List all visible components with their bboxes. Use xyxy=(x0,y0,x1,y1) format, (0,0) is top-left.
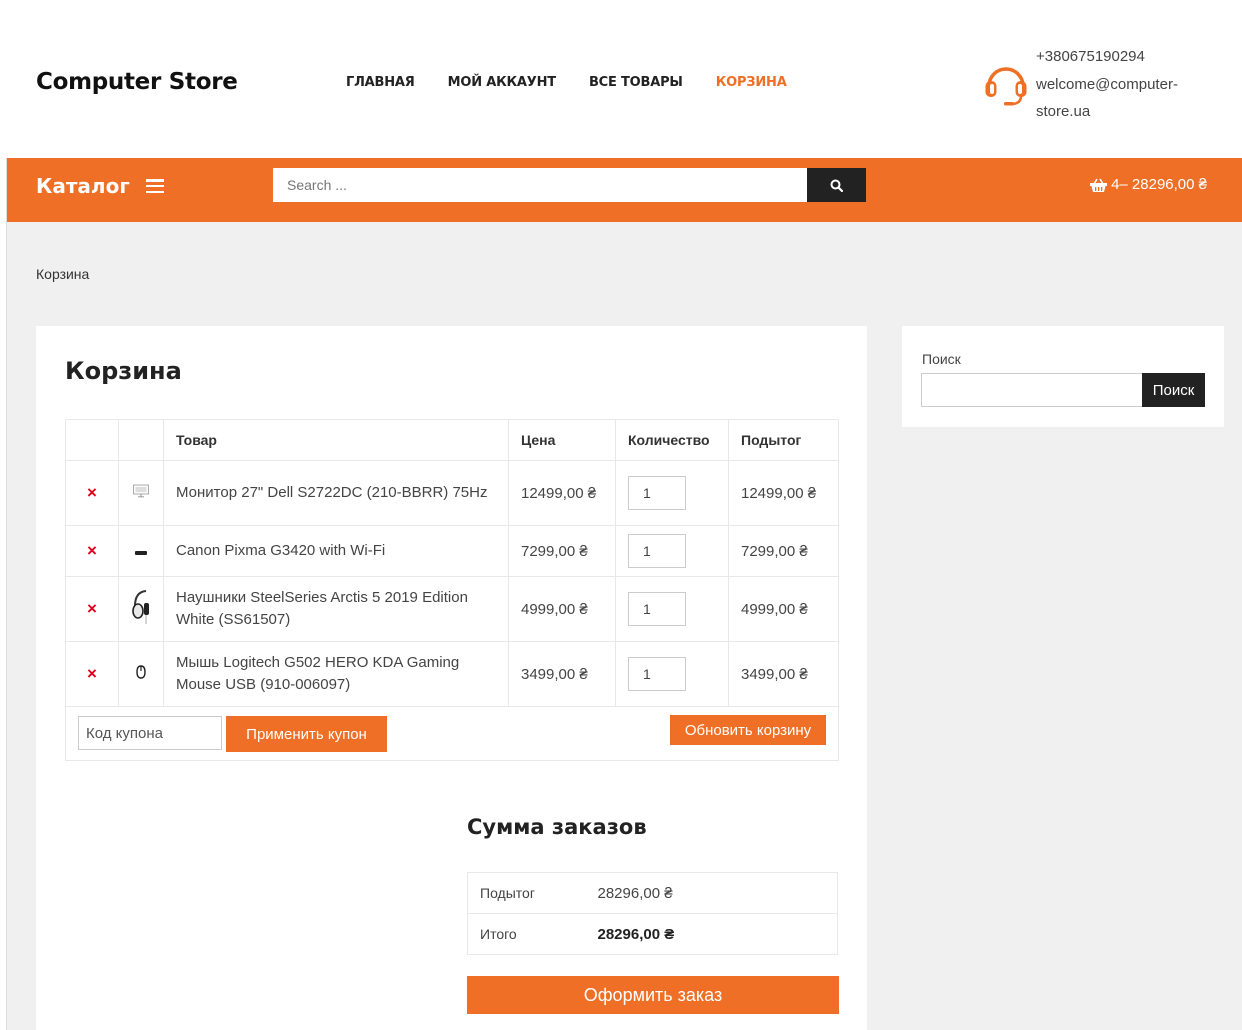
site-header: Computer Store ГЛАВНАЯ МОЙ АККАУНТ ВСЕ Т… xyxy=(0,0,1242,158)
header-search-button[interactable] xyxy=(807,168,866,202)
product-price: 12499,00 ₴ xyxy=(508,460,616,526)
nav-cart[interactable]: КОРЗИНА xyxy=(716,75,787,90)
catalog-bar: Каталог 4– 28296,00 ₴ xyxy=(7,158,1242,222)
mini-cart[interactable]: 4– 28296,00 ₴ xyxy=(1090,176,1207,193)
totals-subtotal-value: 28296,00 ₴ xyxy=(597,872,838,914)
product-price: 4999,00 ₴ xyxy=(508,576,616,642)
cart-table: Товар Цена Количество Подытог × Монитор … xyxy=(65,419,839,761)
table-row: × Наушники SteelSeries Arctis 5 2019 Edi… xyxy=(65,576,839,642)
sidebar-search-label: Поиск xyxy=(922,351,961,367)
totals-row-total: Итого 28296,00 ₴ xyxy=(467,913,838,955)
cart-actions-row: Применить купон Обновить корзину xyxy=(65,706,839,761)
search-icon xyxy=(830,179,843,192)
printer-thumbnail[interactable] xyxy=(118,525,164,577)
sidebar-search-widget: Поиск Поиск xyxy=(902,326,1224,427)
col-thumbnail xyxy=(118,419,164,461)
contact-email[interactable]: welcome@computer-store.ua xyxy=(1036,71,1216,126)
mini-cart-text: 4– 28296,00 ₴ xyxy=(1111,176,1207,193)
coupon-input[interactable] xyxy=(78,716,222,750)
col-price: Цена xyxy=(508,419,616,461)
breadcrumb: Корзина xyxy=(36,266,90,282)
sidebar-search-input[interactable] xyxy=(921,373,1143,407)
page-content: Корзина Корзина Товар Цена Количество По… xyxy=(7,222,1242,1030)
headset-icon xyxy=(984,62,1028,106)
product-subtotal: 3499,00 ₴ xyxy=(728,641,839,707)
cart-totals-title: Сумма заказов xyxy=(467,815,647,839)
quantity-input[interactable] xyxy=(628,592,686,626)
site-logo[interactable]: Computer Store xyxy=(36,69,238,95)
product-name[interactable]: Canon Pixma G3420 with Wi-Fi xyxy=(163,525,509,577)
table-row: × Монитор 27" Dell S2722DC (210-BBRR) 75… xyxy=(65,460,839,526)
catalog-label: Каталог xyxy=(36,174,130,198)
monitor-thumbnail[interactable] xyxy=(118,460,164,526)
product-name[interactable]: Мышь Logitech G502 HERO KDA Gaming Mouse… xyxy=(163,641,509,707)
product-subtotal: 4999,00 ₴ xyxy=(728,576,839,642)
nav-all-products[interactable]: ВСЕ ТОВАРЫ xyxy=(589,75,683,90)
nav-home[interactable]: ГЛАВНАЯ xyxy=(346,75,415,90)
checkout-button[interactable]: Оформить заказ xyxy=(467,976,839,1014)
table-row: × Canon Pixma G3420 with Wi-Fi 7299,00 ₴… xyxy=(65,525,839,577)
contact-info: +380675190294 welcome@computer-store.ua xyxy=(1036,43,1216,126)
product-price: 3499,00 ₴ xyxy=(508,641,616,707)
sidebar-search-button[interactable]: Поиск xyxy=(1142,373,1205,407)
remove-item-button[interactable]: × xyxy=(87,541,97,560)
remove-item-button[interactable]: × xyxy=(87,483,97,502)
basket-icon xyxy=(1090,178,1108,192)
totals-total-label: Итого xyxy=(467,913,598,955)
totals-row-subtotal: Подытог 28296,00 ₴ xyxy=(467,872,838,914)
cart-table-header: Товар Цена Количество Подытог xyxy=(65,419,839,461)
quantity-input[interactable] xyxy=(628,657,686,691)
product-name[interactable]: Монитор 27" Dell S2722DC (210-BBRR) 75Hz xyxy=(163,460,509,526)
page-title: Корзина xyxy=(65,357,182,385)
update-cart-button[interactable]: Обновить корзину xyxy=(670,715,826,745)
cart-card: Корзина Товар Цена Количество Подытог × xyxy=(36,326,867,1030)
catalog-toggle[interactable]: Каталог xyxy=(36,174,164,198)
apply-coupon-button[interactable]: Применить купон xyxy=(226,716,387,752)
product-subtotal: 7299,00 ₴ xyxy=(728,525,839,577)
headphones-thumbnail[interactable] xyxy=(118,576,164,642)
product-subtotal: 12499,00 ₴ xyxy=(728,460,839,526)
col-subtotal: Подытог xyxy=(728,419,839,461)
cart-totals-table: Подытог 28296,00 ₴ Итого 28296,00 ₴ xyxy=(467,872,838,955)
main-nav: ГЛАВНАЯ МОЙ АККАУНТ ВСЕ ТОВАРЫ КОРЗИНА xyxy=(346,75,820,90)
totals-total-value: 28296,00 ₴ xyxy=(597,913,838,955)
nav-my-account[interactable]: МОЙ АККАУНТ xyxy=(448,75,557,90)
remove-item-button[interactable]: × xyxy=(87,664,97,683)
col-quantity: Количество xyxy=(615,419,729,461)
table-row: × Мышь Logitech G502 HERO KDA Gaming Mou… xyxy=(65,641,839,707)
contact-phone[interactable]: +380675190294 xyxy=(1036,43,1216,71)
quantity-input[interactable] xyxy=(628,476,686,510)
hamburger-icon xyxy=(145,179,164,193)
quantity-input[interactable] xyxy=(628,534,686,568)
col-product: Товар xyxy=(163,419,509,461)
header-search xyxy=(273,168,866,202)
product-price: 7299,00 ₴ xyxy=(508,525,616,577)
remove-item-button[interactable]: × xyxy=(87,599,97,618)
mouse-thumbnail[interactable] xyxy=(118,641,164,707)
col-remove xyxy=(65,419,119,461)
product-name[interactable]: Наушники SteelSeries Arctis 5 2019 Editi… xyxy=(163,576,509,642)
header-search-input[interactable] xyxy=(273,168,807,202)
totals-subtotal-label: Подытог xyxy=(467,872,598,914)
